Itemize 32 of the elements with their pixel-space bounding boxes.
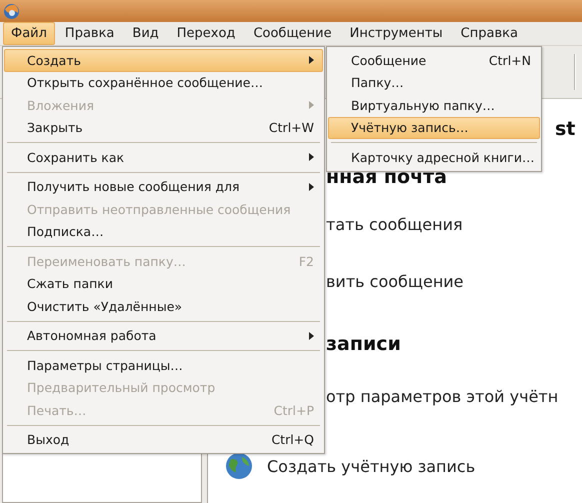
action-link[interactable]: вить сообщение [326, 272, 464, 290]
menu-item[interactable]: Учётную запись… [328, 116, 540, 139]
action-link[interactable]: отр параметров этой учётн [326, 386, 558, 406]
menu-item[interactable]: Получить новые сообщения для [4, 176, 323, 198]
section-heading: st [555, 118, 576, 140]
menu-title[interactable]: Инструменты [342, 22, 451, 45]
action-link[interactable]: Создать учётную запись [267, 456, 476, 476]
menu-item[interactable]: Папку… [328, 72, 540, 94]
menu-item[interactable]: Подписка… [4, 220, 323, 243]
menu-title[interactable]: Файл [3, 22, 55, 45]
menu-item[interactable]: Параметры страницы… [4, 354, 323, 376]
menu-item[interactable]: Виртуальную папку… [328, 94, 540, 116]
app-icon [3, 2, 20, 20]
menu-item[interactable]: Закрыть Ctrl+W [4, 116, 323, 139]
menu-item[interactable]: Выход Ctrl+Q [4, 428, 323, 451]
menu-title[interactable]: Переход [168, 22, 244, 45]
menu-item[interactable]: Очистить «Удалённые» [4, 295, 323, 318]
menu-title[interactable]: Сообщение [245, 22, 340, 45]
menu-item[interactable]: Создать [4, 49, 323, 72]
menu-item[interactable]: Карточку адресной книги… [328, 146, 540, 168]
menu-item[interactable]: Открыть сохранённое сообщение… [4, 72, 323, 94]
menu-title[interactable]: Правка [56, 22, 122, 45]
menu-item[interactable]: Сжать папки [4, 272, 323, 295]
menu-item[interactable]: Автономная работа [4, 324, 323, 347]
globe-icon [226, 453, 252, 479]
action-link[interactable]: тать сообщения [326, 214, 463, 234]
menu-item[interactable]: Сообщение Ctrl+N [328, 49, 540, 72]
menu-title[interactable]: Справка [452, 22, 526, 45]
menu-title[interactable]: Вид [124, 22, 167, 45]
section-heading: записи [326, 333, 401, 355]
menu-item[interactable]: Сохранить как [4, 146, 323, 168]
section-heading: нная почта [326, 166, 447, 188]
